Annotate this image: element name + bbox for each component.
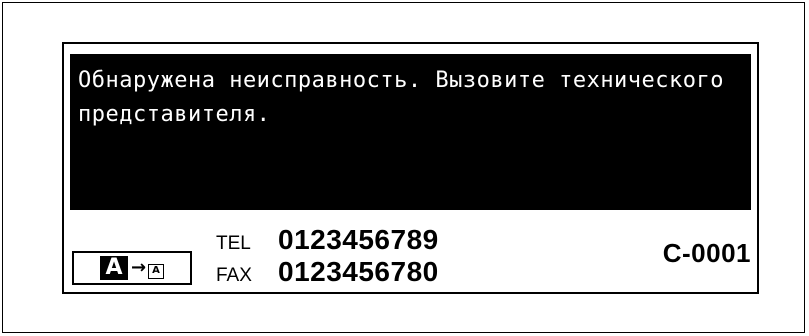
error-message: Обнаружена неисправность. Вызовите техни… (78, 68, 738, 127)
message-area: Обнаружена неисправность. Вызовите техни… (70, 54, 751, 210)
tel-row: TEL 0123456789 (216, 224, 439, 256)
small-font-icon: A (148, 263, 165, 279)
error-code: C-0001 (662, 238, 751, 268)
language-switch-button[interactable]: A → A (72, 251, 192, 285)
fax-number: 0123456780 (278, 256, 439, 287)
fax-label: FAX (216, 265, 252, 286)
large-font-icon: A (99, 256, 128, 280)
arrow-right-icon: → (130, 257, 147, 278)
tel-label: TEL (216, 233, 251, 254)
service-contact: TEL 0123456789 FAX 0123456780 (216, 224, 439, 288)
fax-row: FAX 0123456780 (216, 256, 439, 288)
tel-number: 0123456789 (278, 224, 439, 255)
error-panel: Обнаружена неисправность. Вызовите техни… (62, 42, 759, 294)
